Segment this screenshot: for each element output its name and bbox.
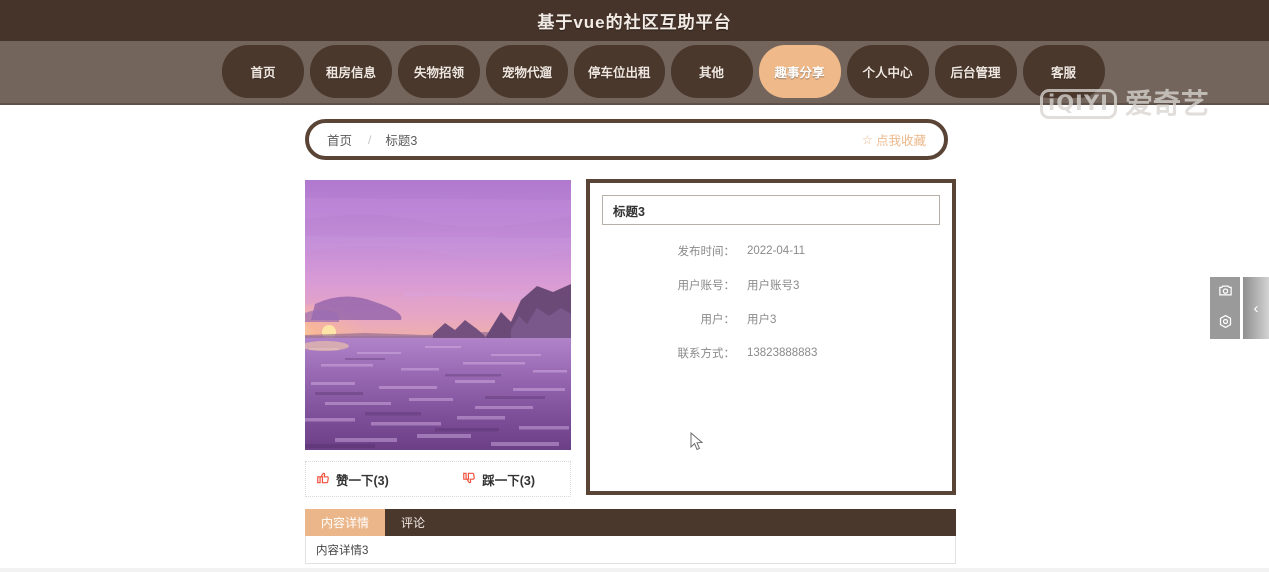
iqiyi-watermark-logo: iQIYI 爱奇艺 (1040, 89, 1209, 119)
nav-item-pet-walking[interactable]: 宠物代遛 (486, 45, 568, 98)
field-label: 发布时间： (677, 246, 736, 258)
nav-label: 首页 (250, 66, 276, 80)
site-header: 基于vue的社区互助平台 (0, 0, 1269, 41)
nav-label: 趣事分享 (774, 66, 825, 80)
field-label: 联系方式： (677, 348, 736, 360)
floating-toolbar (1210, 277, 1240, 339)
breadcrumb-separator: / (368, 132, 372, 147)
field-user: 用户： 用户3 (590, 311, 952, 327)
breadcrumb: 首页 / 标题3 ☆ 点我收藏 (305, 119, 948, 160)
like-label: 赞一下(3) (336, 473, 389, 488)
tab-comments[interactable]: 评论 (385, 509, 441, 536)
field-label: 用户账号： (677, 280, 736, 292)
nav-label: 其他 (699, 66, 725, 80)
nav-item-personal-center[interactable]: 个人中心 (846, 45, 929, 98)
tab-label: 内容详情 (321, 516, 370, 530)
nav-label: 租房信息 (325, 66, 376, 80)
detail-card: 标题3 发布时间： 2022-04-11 用户账号： 用户账号3 用户： 用户3… (586, 179, 956, 495)
sunset-seascape-illustration (305, 180, 571, 450)
field-value: 用户账号3 (747, 280, 800, 292)
nav-item-admin[interactable]: 后台管理 (934, 45, 1017, 98)
post-image[interactable] (305, 180, 571, 450)
nav-label: 停车位出租 (588, 66, 651, 80)
like-button[interactable]: 赞一下(3) (316, 470, 389, 489)
nav-item-fun-sharing[interactable]: 趣事分享 (758, 45, 841, 98)
breadcrumb-home-link[interactable]: 首页 (327, 130, 352, 149)
nav-label: 失物招领 (413, 66, 464, 80)
detail-title: 标题3 (602, 195, 940, 225)
field-contact: 联系方式： 13823888883 (590, 345, 952, 361)
main-navigation: 首页 租房信息 失物招领 宠物代遛 停车位出租 其他 趣事分享 个人中心 后台管… (0, 41, 1269, 119)
page-bottom-edge (0, 568, 1269, 572)
page-root: 基于vue的社区互助平台 首页 租房信息 失物招领 宠物代遛 停车位出租 其他 … (0, 0, 1269, 572)
iqiyi-mark-icon: iQIYI (1040, 89, 1117, 119)
favorite-label: 点我收藏 (875, 134, 926, 148)
nav-label: 个人中心 (862, 66, 913, 80)
nav-item-rental-info[interactable]: 租房信息 (310, 45, 392, 98)
content-detail-text: 内容详情3 (316, 544, 369, 557)
breadcrumb-current: 标题3 (385, 134, 418, 148)
iqiyi-label: 爱奇艺 (1124, 88, 1209, 119)
tab-panel-content: 内容详情3 (305, 536, 956, 564)
nav-label: 后台管理 (950, 66, 1001, 80)
nav-item-lost-and-found[interactable]: 失物招领 (398, 45, 480, 98)
thumbs-up-icon (316, 471, 330, 487)
nav-list: 首页 租房信息 失物招领 宠物代遛 停车位出租 其他 趣事分享 个人中心 后台管… (222, 45, 1105, 98)
field-user-account: 用户账号： 用户账号3 (590, 277, 952, 293)
dislike-label: 踩一下(3) (482, 473, 535, 488)
field-value: 13823888883 (747, 347, 818, 359)
camera-icon[interactable] (1218, 283, 1233, 302)
field-value: 2022-04-11 (747, 245, 805, 257)
collapse-toolbar-button[interactable]: ‹ (1243, 277, 1269, 339)
field-value: 用户3 (747, 314, 777, 326)
page-title: 基于vue的社区互助平台 (537, 13, 732, 32)
tab-label: 评论 (401, 516, 426, 530)
tab-content-detail[interactable]: 内容详情 (305, 509, 386, 536)
vote-bar: 赞一下(3) 踩一下(3) (305, 461, 571, 497)
settings-icon[interactable] (1218, 314, 1233, 333)
nav-item-home[interactable]: 首页 (222, 45, 304, 98)
star-icon: ☆ (861, 133, 873, 147)
thumbs-down-icon (462, 471, 476, 487)
chevron-left-icon: ‹ (1253, 299, 1259, 317)
nav-item-parking-rental[interactable]: 停车位出租 (574, 45, 665, 98)
tab-bar: 内容详情 评论 (305, 509, 956, 536)
field-label: 用户： (700, 314, 736, 326)
nav-label: 客服 (1051, 66, 1077, 80)
content-tabs: 内容详情 评论 内容详情3 (305, 509, 956, 564)
nav-label: 宠物代遛 (501, 66, 552, 80)
mouse-cursor (690, 431, 704, 457)
dislike-button[interactable]: 踩一下(3) (462, 470, 535, 489)
nav-item-other[interactable]: 其他 (670, 45, 753, 98)
favorite-button[interactable]: ☆ 点我收藏 (862, 130, 926, 149)
field-publish-time: 发布时间： 2022-04-11 (590, 243, 952, 259)
